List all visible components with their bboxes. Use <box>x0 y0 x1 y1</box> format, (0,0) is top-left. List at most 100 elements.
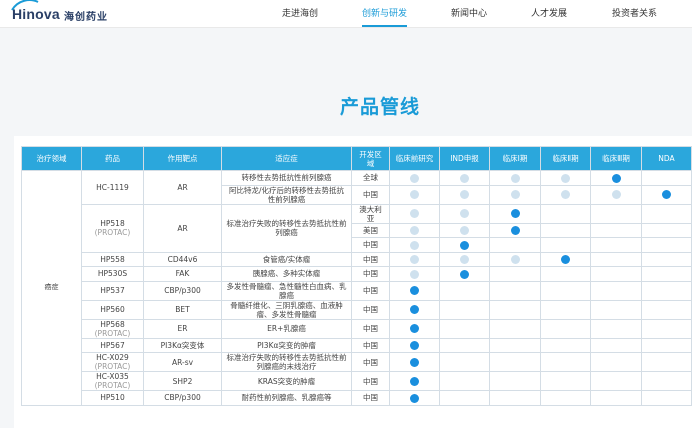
therapeutic-area-cell: 癌症 <box>21 170 82 406</box>
region-cell: 中国 <box>351 337 390 353</box>
phase-cell <box>540 184 591 205</box>
phase-cell <box>389 203 440 224</box>
phase-cell <box>439 280 490 301</box>
phase-cell <box>489 170 541 186</box>
phase-cell <box>540 170 591 186</box>
phase-cell <box>540 352 591 372</box>
header-nda: NDA <box>641 146 692 171</box>
region-cell: 中国 <box>351 184 390 205</box>
phase-cell <box>590 390 642 406</box>
pipeline-table: 治疗领域 药品 作用靶点 适应症 开发区域 临床前研究 IND申报 临床Ⅰ期 临… <box>21 146 692 406</box>
phase-cell <box>540 390 591 406</box>
phase-cell <box>439 390 490 406</box>
current-phase-dot-icon <box>410 357 419 367</box>
phase-cell <box>540 237 591 253</box>
drug-name: HP558 <box>100 254 125 264</box>
target-cell: CBP/p300 <box>143 390 222 406</box>
phase-cell <box>590 203 642 224</box>
indication-cell: KRAS突变的肿瘤 <box>221 371 352 391</box>
region-cell: 中国 <box>351 318 390 339</box>
drug-name: HP567 <box>100 340 125 350</box>
nav-item-careers[interactable]: 人才发展 <box>531 6 567 19</box>
completed-phase-dot-icon <box>410 255 419 264</box>
completed-phase-dot-icon <box>460 226 469 235</box>
nav-item-about[interactable]: 走进海创 <box>282 6 318 19</box>
drug-name-cell: HP510 <box>81 390 144 406</box>
top-bar: Hinova 海创药业 走进海创 创新与研发 新闻中心 人才发展 投资者关系 <box>0 0 692 28</box>
current-phase-dot-icon <box>662 190 671 200</box>
phase-cell <box>540 318 591 339</box>
nav-item-innovation[interactable]: 创新与研发 <box>362 6 408 27</box>
drug-name-cell: HP560 <box>81 299 144 320</box>
target-cell: AR <box>143 170 222 205</box>
region-cell: 中国 <box>351 371 390 391</box>
current-phase-dot-icon <box>410 376 419 386</box>
table-row: HP568 (PROTAC) ER ER+乳腺癌 中国 <box>22 318 692 339</box>
indication-cell: 耐药性前列腺癌、乳腺癌等 <box>221 390 352 406</box>
phase-cell <box>590 170 642 186</box>
target-cell: AR <box>143 203 222 253</box>
table-row: HC-X035 (PROTAC) SHP2 KRAS突变的肿瘤 中国 <box>22 371 692 391</box>
target-cell: CBP/p300 <box>143 280 222 301</box>
phase-cell <box>641 299 692 320</box>
drug-modality: (PROTAC) <box>94 228 131 237</box>
header-indication: 适应症 <box>221 146 352 171</box>
phase-cell <box>439 337 490 353</box>
completed-phase-dot-icon <box>561 173 570 183</box>
phase-cell <box>439 170 490 186</box>
phase-cell <box>439 371 490 391</box>
target-cell: SHP2 <box>143 371 222 391</box>
table-row: HP530S FAK 胰腺癌、多种实体瘤 中国 <box>22 266 692 282</box>
table-header-row: 治疗领域 药品 作用靶点 适应症 开发区域 临床前研究 IND申报 临床Ⅰ期 临… <box>21 146 692 171</box>
completed-phase-dot-icon <box>611 190 621 200</box>
nav-item-investors[interactable]: 投资者关系 <box>612 6 657 19</box>
drug-modality: (PROTAC) <box>94 381 131 390</box>
drug-name-cell: HC-X035 (PROTAC) <box>81 371 144 391</box>
phase-cell <box>641 184 692 205</box>
drug-name: HP518 <box>100 219 125 228</box>
indication-cell: 转移性去势抵抗性前列腺癌 <box>221 170 352 186</box>
region-cell: 中国 <box>351 352 390 372</box>
table-row: HP518 (PROTAC) AR 标准治疗失败的转移性去势抵抗性前列腺癌 澳大利亚 <box>22 203 692 253</box>
drug-name-cell: HP558 <box>81 251 144 267</box>
phase-cell <box>439 203 490 224</box>
completed-phase-dot-icon <box>460 173 469 183</box>
header-phase-3: 临床Ⅲ期 <box>590 146 642 171</box>
current-phase-dot-icon <box>410 286 419 296</box>
completed-phase-dot-icon <box>410 240 419 250</box>
phase-cell <box>641 237 692 253</box>
region-cell: 美国 <box>351 222 390 238</box>
completed-phase-dot-icon <box>561 190 570 200</box>
phase-cell <box>641 280 692 301</box>
phase-cell <box>641 203 692 224</box>
indication-cell: PI3Kα突变的肿瘤 <box>221 337 352 353</box>
target-cell: FAK <box>143 266 222 282</box>
phase-cell <box>439 352 490 372</box>
header-preclinical: 临床前研究 <box>389 146 440 171</box>
phase-cell <box>489 371 541 391</box>
current-phase-dot-icon <box>510 209 520 219</box>
phase-cell <box>590 299 642 320</box>
phase-cell <box>590 222 642 238</box>
phase-cell <box>641 371 692 391</box>
page-title: 产品管线 <box>339 96 420 118</box>
phase-cell <box>489 299 541 320</box>
current-phase-dot-icon <box>611 173 621 183</box>
indication-cell: 标准治疗失败的转移性去势抵抗性前列腺癌的末线治疗 <box>221 352 352 372</box>
phase-cell <box>439 299 490 320</box>
phase-cell <box>439 251 490 267</box>
phase-cell <box>389 251 440 267</box>
table-row: HC-X029 (PROTAC) AR-sv 标准治疗失败的转移性去势抵抗性前列腺癌的… <box>22 352 692 372</box>
completed-phase-dot-icon <box>410 226 419 235</box>
drug-modality: (PROTAC) <box>94 362 131 371</box>
indication-cell: 胰腺癌、多种实体瘤 <box>221 266 352 282</box>
phase-cell <box>590 337 642 353</box>
table-row: HP558 CD44v6 食管癌/实体瘤 中国 <box>22 251 692 267</box>
phase-cell <box>641 337 692 353</box>
main-nav: 走进海创 创新与研发 新闻中心 人才发展 投资者关系 <box>0 0 692 28</box>
drug-name: HP560 <box>100 305 125 314</box>
nav-item-news[interactable]: 新闻中心 <box>451 6 487 19</box>
current-phase-dot-icon <box>460 269 469 279</box>
phase-cell <box>540 222 591 238</box>
drug-name-cell: HP530S <box>81 266 144 282</box>
